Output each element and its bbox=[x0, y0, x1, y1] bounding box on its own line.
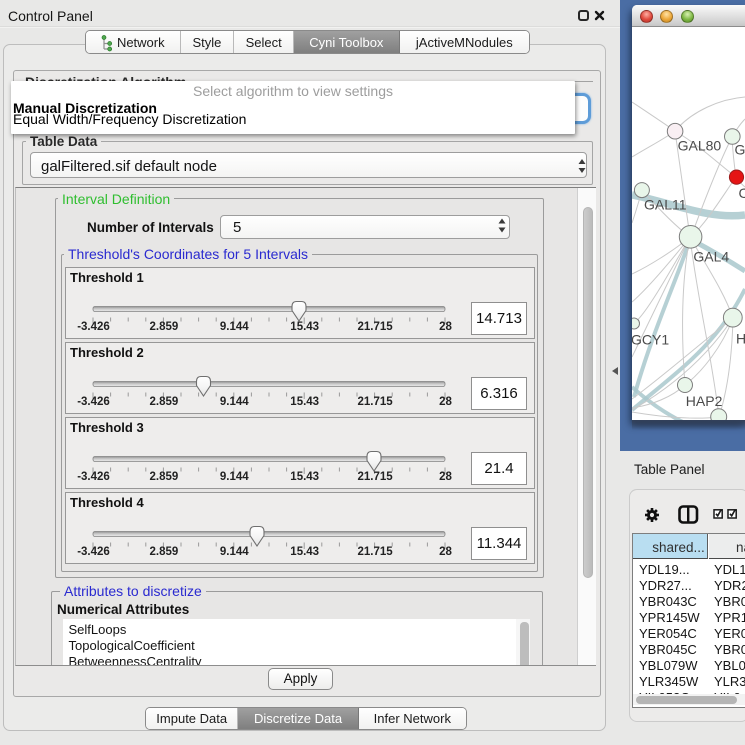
svg-text:GA: GA bbox=[735, 142, 745, 158]
svg-text:GAL4: GAL4 bbox=[693, 249, 729, 265]
svg-text:GAL11: GAL11 bbox=[644, 197, 687, 213]
svg-text:H: H bbox=[736, 331, 745, 347]
svg-text:C: C bbox=[739, 185, 745, 201]
svg-text:GCY1: GCY1 bbox=[632, 332, 669, 348]
svg-text:GAL80: GAL80 bbox=[678, 138, 722, 154]
svg-text:HAP2: HAP2 bbox=[686, 393, 723, 409]
